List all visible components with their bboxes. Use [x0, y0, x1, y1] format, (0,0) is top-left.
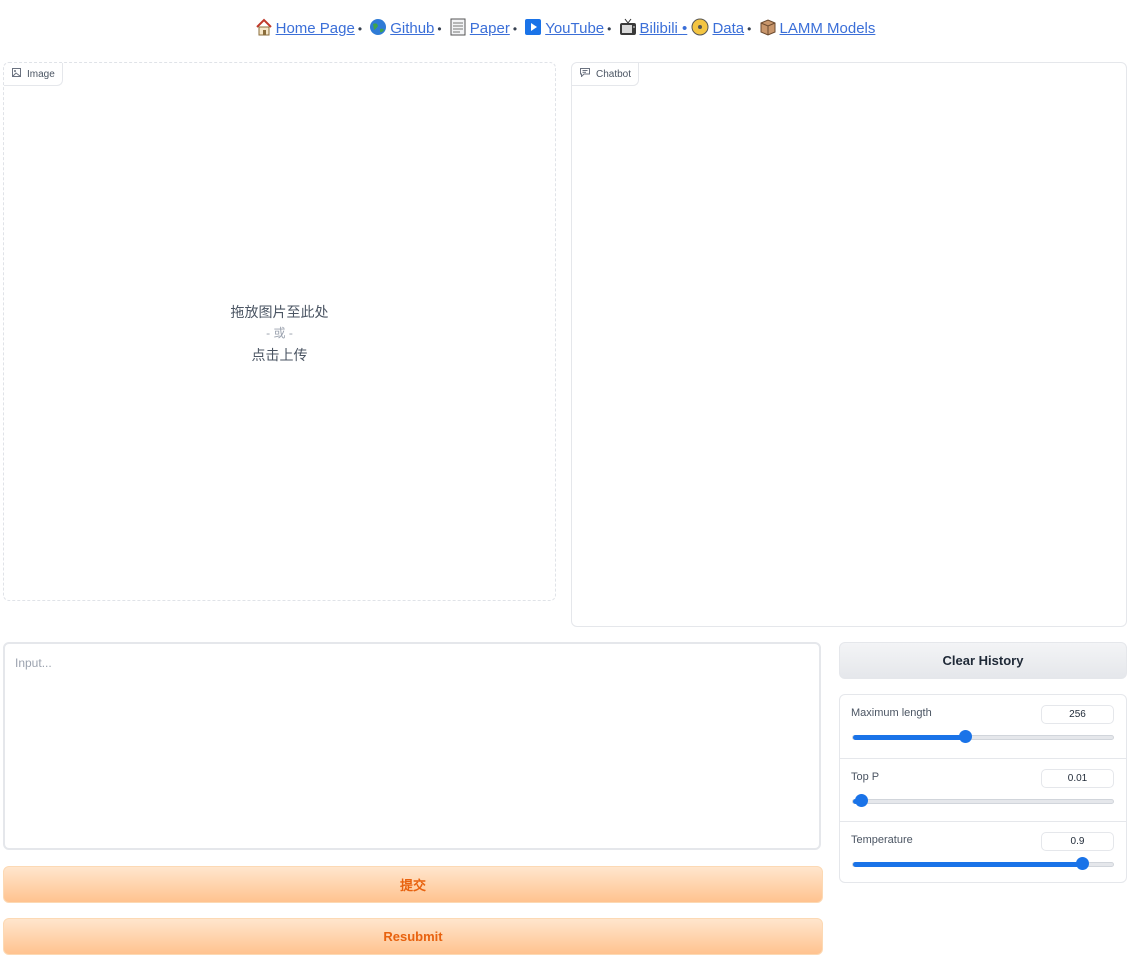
- nav-link-data[interactable]: Data: [712, 20, 744, 37]
- house-icon: [255, 18, 273, 36]
- top-p-number-input[interactable]: 0.01: [1041, 769, 1114, 788]
- nav-link-github[interactable]: Github: [390, 20, 434, 37]
- top-p-label: Top P: [851, 771, 880, 783]
- disc-icon: [691, 18, 709, 36]
- chatbot-panel: Chatbot: [571, 62, 1127, 627]
- chatbot-panel-label: Chatbot: [572, 63, 640, 86]
- play-icon: [524, 18, 542, 36]
- temperature-label: Temperature: [851, 834, 913, 846]
- nav-link-paper[interactable]: Paper: [470, 20, 510, 37]
- nav-separator: •: [512, 22, 518, 36]
- temperature-slider-fill: [853, 862, 1082, 867]
- temperature-number-input[interactable]: 0.9: [1041, 832, 1114, 851]
- nav-link-bilibili[interactable]: Bilibili •: [640, 20, 688, 37]
- temperature-slider-thumb[interactable]: [1075, 857, 1089, 870]
- image-panel-label-text: Image: [27, 68, 55, 80]
- globe-icon: [369, 18, 387, 36]
- nav-separator: •: [357, 22, 363, 36]
- maximum-length-slider-thumb[interactable]: [958, 730, 972, 743]
- message-input[interactable]: [5, 644, 819, 848]
- image-upload-area[interactable]: Image 拖放图片至此处 - 或 - 点击上传: [3, 62, 556, 601]
- nav-separator: •: [607, 22, 612, 36]
- drop-image-text: 拖放图片至此处: [230, 304, 329, 320]
- maximum-length-number-input[interactable]: 256: [1041, 705, 1114, 724]
- clear-history-button[interactable]: Clear History: [839, 642, 1127, 679]
- maximum-length-label: Maximum length: [851, 707, 932, 719]
- maximum-length-slider[interactable]: [852, 730, 1114, 743]
- message-input-container: [3, 642, 821, 850]
- slider-row-top-p: Top P 0.01: [840, 758, 1126, 821]
- nav-link-youtube[interactable]: YouTube: [545, 20, 604, 37]
- resubmit-button[interactable]: Resubmit: [3, 918, 823, 955]
- upload-or-text: - 或 -: [266, 326, 293, 340]
- generation-settings: Maximum length 256 Top P 0.01 Temperatur…: [839, 694, 1127, 883]
- nav-separator: •: [437, 22, 442, 36]
- submit-button[interactable]: 提交: [3, 866, 823, 903]
- slider-row-maximum-length: Maximum length 256: [840, 695, 1126, 757]
- document-icon: [449, 18, 467, 36]
- maximum-length-slider-fill: [853, 735, 965, 740]
- nav-link-lamm-models[interactable]: LAMM Models: [780, 20, 876, 37]
- temperature-slider[interactable]: [852, 857, 1114, 870]
- tv-icon: [619, 18, 637, 36]
- image-panel-label: Image: [4, 63, 63, 86]
- nav-separator: •: [747, 22, 752, 36]
- top-p-slider[interactable]: [852, 794, 1114, 807]
- click-upload-text: 点击上传: [251, 347, 308, 363]
- top-nav: Home Page • Github • Paper • YouTube • Bilib…: [0, 18, 1130, 37]
- slider-row-temperature: Temperature 0.9: [840, 821, 1126, 884]
- nav-link-home-page[interactable]: Home Page: [276, 20, 355, 37]
- top-p-slider-thumb[interactable]: [854, 794, 868, 807]
- image-icon: [12, 68, 21, 80]
- chat-bubble-icon: [580, 68, 590, 80]
- chatbot-panel-label-text: Chatbot: [596, 68, 632, 80]
- box-icon: [759, 18, 777, 36]
